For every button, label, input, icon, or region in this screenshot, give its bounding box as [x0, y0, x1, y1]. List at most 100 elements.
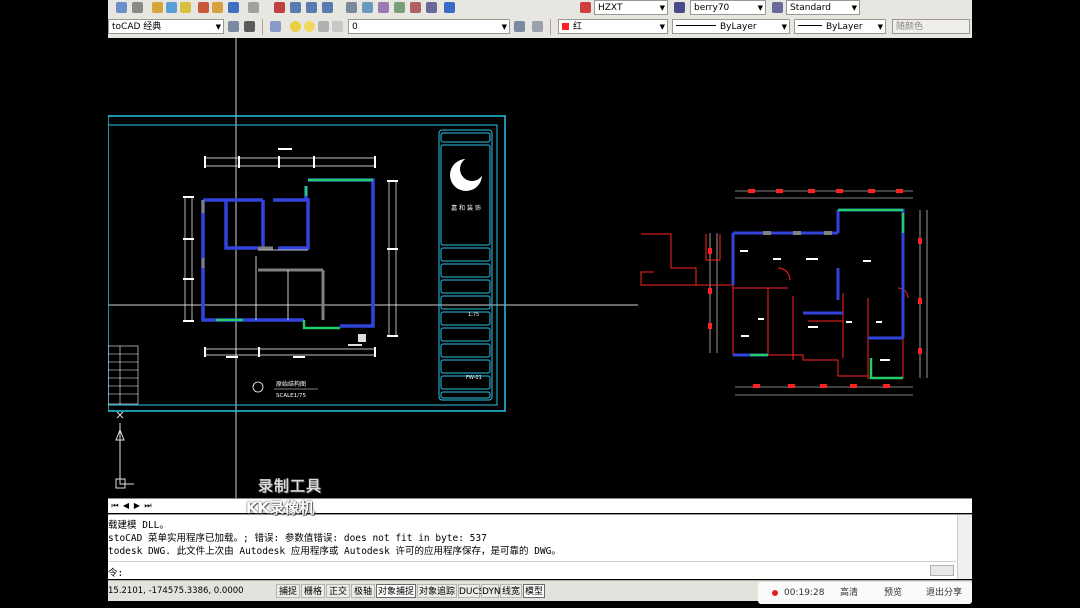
save-icon[interactable]: [116, 2, 127, 13]
layers-properties-toolbar: toCAD 经典 ▼ 0 ▼ 红 ▼ ByLayer ▼ ByLayer ▼ 随…: [108, 16, 972, 39]
layer-freeze-icon[interactable]: [304, 21, 315, 32]
command-history-line: stoCAD 菜单实用程序已加载。; 错误: 参数值错误: does not f…: [108, 533, 487, 544]
command-prompt: 令:: [108, 568, 124, 579]
linetype-select[interactable]: ByLayer ▼: [672, 19, 790, 34]
pan-icon[interactable]: [274, 2, 285, 13]
command-scrollbar[interactable]: [957, 515, 972, 579]
legend-table: [108, 345, 139, 405]
last-tab-icon[interactable]: ⏭: [143, 500, 153, 511]
titleblock-drawing-no: FW-01: [466, 375, 482, 381]
markup-icon[interactable]: [410, 2, 421, 13]
layer-manager-icon[interactable]: [270, 21, 281, 32]
command-divider: [108, 561, 956, 562]
command-hscroll-thumb[interactable]: [930, 565, 954, 576]
design-center-icon[interactable]: [362, 2, 373, 13]
snap-toggle[interactable]: 捕捉: [276, 584, 300, 598]
left-floor-plan: 原始结构图 SCALE1/75: [183, 148, 398, 399]
right-floor-plan: [640, 189, 928, 396]
quality-button[interactable]: 高清: [840, 587, 858, 599]
standard-toolbar: HZXT ▼ berry70 ▼ Standard ▼: [108, 0, 972, 17]
chevron-down-icon: ▼: [659, 23, 665, 31]
plan-title-label: 原始结构图: [276, 380, 306, 388]
next-tab-icon[interactable]: ▶: [132, 500, 142, 511]
ducs-toggle[interactable]: DUCS: [458, 584, 485, 598]
text-style-value: HZXT: [598, 3, 623, 13]
match-icon[interactable]: [198, 2, 209, 13]
table-style-select[interactable]: Standard ▼: [786, 0, 860, 15]
zoom-realtime-icon[interactable]: [290, 2, 301, 13]
otrack-toggle[interactable]: 对象追踪: [417, 584, 457, 598]
cut-icon[interactable]: [152, 2, 163, 13]
layer-color-icon[interactable]: [332, 21, 343, 32]
command-input[interactable]: [132, 564, 912, 577]
redo-icon[interactable]: [248, 2, 259, 13]
workspace-save-icon[interactable]: [244, 21, 255, 32]
chevron-down-icon: ▼: [501, 23, 507, 31]
print-icon[interactable]: [132, 2, 143, 13]
recording-indicator-icon: [772, 590, 778, 596]
dim-style-select[interactable]: berry70 ▼: [690, 0, 766, 15]
properties-icon[interactable]: [346, 2, 357, 13]
screen-recorder-bar: 00:19:28 高清 预览 退出分享: [758, 582, 972, 604]
paste-icon[interactable]: [180, 2, 191, 13]
layer-on-icon[interactable]: [290, 21, 301, 32]
color-swatch: [562, 23, 569, 30]
drawing-area[interactable]: 嘉 和 装 饰 1:75 FW-01 原始结构图 SCALE1/75: [108, 38, 972, 498]
preview-button[interactable]: 预览: [884, 587, 902, 599]
color-value: 红: [573, 22, 583, 32]
workspace-value: toCAD 经典: [112, 22, 162, 32]
grid-toggle[interactable]: 栅格: [301, 584, 325, 598]
tool-palette-icon[interactable]: [378, 2, 389, 13]
copy-icon[interactable]: [166, 2, 177, 13]
make-object-layer-current-icon[interactable]: [514, 21, 525, 32]
autocad-window: HZXT ▼ berry70 ▼ Standard ▼ toCAD 经典 ▼ 0…: [108, 0, 972, 608]
dyn-toggle[interactable]: DYN: [481, 584, 501, 598]
layer-value: 0: [352, 22, 358, 32]
color-select[interactable]: 红 ▼: [558, 19, 668, 34]
table-style-icon: [772, 2, 783, 13]
sheet-set-icon[interactable]: [394, 2, 405, 13]
first-tab-icon[interactable]: ⏮: [110, 500, 120, 511]
command-history-line: 载建模 DLL。: [108, 520, 169, 531]
osnap-toggle[interactable]: 对象捕捉: [376, 584, 416, 598]
chevron-down-icon: ▼: [781, 23, 787, 31]
title-block: 嘉 和 装 饰 1:75 FW-01: [438, 129, 493, 401]
chevron-down-icon: ▼: [659, 4, 665, 12]
layout-tab-strip: ⏮ ◀ ▶ ⏭: [108, 498, 972, 513]
plan-scale-label: SCALE1/75: [276, 393, 306, 399]
zoom-previous-icon[interactable]: [322, 2, 333, 13]
workspace-select[interactable]: toCAD 经典 ▼: [108, 19, 224, 34]
command-history-line: todesk DWG. 此文件上次由 Autodesk 应用程序或 Autode…: [108, 546, 561, 557]
lineweight-toggle[interactable]: 线宽: [500, 584, 522, 598]
table-style-value: Standard: [790, 3, 831, 13]
dim-style-icon: [674, 2, 685, 13]
recording-time: 00:19:28: [784, 588, 825, 598]
company-label: 嘉 和 装 饰: [451, 204, 481, 212]
command-window: 载建模 DLL。 stoCAD 菜单实用程序已加载。; 错误: 参数值错误: d…: [108, 514, 972, 579]
undo-icon[interactable]: [228, 2, 239, 13]
exit-share-button[interactable]: 退出分享: [926, 587, 962, 599]
model-toggle[interactable]: 模型: [523, 584, 545, 598]
brush-icon[interactable]: [212, 2, 223, 13]
layer-select[interactable]: 0 ▼: [348, 19, 510, 34]
ortho-toggle[interactable]: 正交: [326, 584, 350, 598]
help-icon[interactable]: [444, 2, 455, 13]
layer-previous-icon[interactable]: [532, 21, 543, 32]
text-style-icon: [580, 2, 591, 13]
drawing-svg: 嘉 和 装 饰 1:75 FW-01 原始结构图 SCALE1/75: [108, 38, 928, 498]
polar-toggle[interactable]: 极轴: [351, 584, 375, 598]
zoom-window-icon[interactable]: [306, 2, 317, 13]
plot-style-value: 随颜色: [896, 22, 924, 32]
lineweight-select[interactable]: ByLayer ▼: [794, 19, 886, 34]
plot-style-select[interactable]: 随颜色: [892, 19, 970, 34]
linetype-value: ByLayer: [720, 22, 757, 32]
lineweight-value: ByLayer: [826, 22, 863, 32]
calculator-icon[interactable]: [426, 2, 437, 13]
prev-tab-icon[interactable]: ◀: [121, 500, 131, 511]
layer-lock-icon[interactable]: [318, 21, 329, 32]
text-style-select[interactable]: HZXT ▼: [594, 0, 668, 15]
recorder-watermark: 录制工具: [258, 477, 323, 495]
workspace-settings-icon[interactable]: [228, 21, 239, 32]
chevron-down-icon: ▼: [757, 4, 763, 12]
dim-style-value: berry70: [694, 3, 730, 13]
